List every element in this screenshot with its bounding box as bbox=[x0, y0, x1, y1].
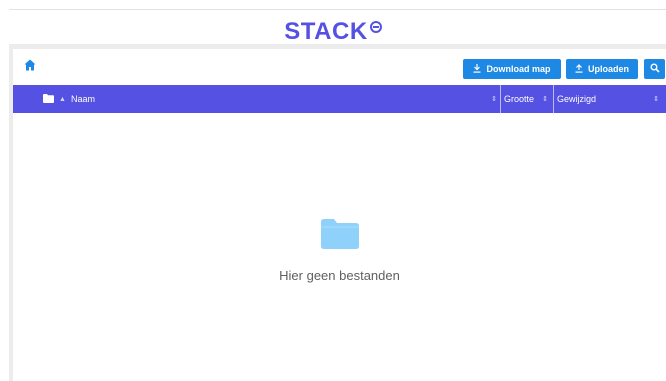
column-label-gewijzigd: Gewijzigd bbox=[557, 94, 597, 104]
sort-icon-naam: ⇕ bbox=[491, 96, 497, 103]
upload-label: Uploaden bbox=[587, 64, 629, 74]
sort-icon-grootte: ⇕ bbox=[542, 96, 548, 103]
column-header-gewijzigd[interactable]: Gewijzigd ⇕ bbox=[557, 85, 661, 113]
upload-icon bbox=[575, 63, 583, 75]
column-label-naam: Naam bbox=[71, 94, 96, 104]
table-header: ▲ Naam ⇕ Grootte ⇕ Gewijzigd ⇕ bbox=[13, 85, 666, 113]
home-icon[interactable] bbox=[23, 58, 37, 72]
toolbar: Download map Uploaden bbox=[13, 49, 666, 81]
file-browser: Download map Uploaden ▲ Naam ⇕ Grootte ⇕… bbox=[13, 49, 666, 381]
column-divider bbox=[500, 85, 501, 113]
empty-state: Hier geen bestanden bbox=[13, 219, 666, 283]
empty-state-message: Hier geen bestanden bbox=[279, 268, 400, 283]
search-icon bbox=[650, 63, 660, 75]
column-label-grootte: Grootte bbox=[504, 94, 535, 104]
sort-icon-gewijzigd: ⇕ bbox=[653, 96, 659, 103]
column-header-naam[interactable]: Naam ⇕ bbox=[71, 85, 497, 113]
column-divider bbox=[553, 85, 554, 113]
download-icon bbox=[473, 63, 481, 75]
download-map-label: Download map bbox=[486, 64, 551, 74]
top-divider bbox=[9, 9, 666, 10]
upload-button[interactable]: Uploaden bbox=[566, 59, 638, 79]
folder-icon bbox=[320, 219, 359, 254]
brand-mark-icon bbox=[369, 21, 382, 33]
sort-asc-icon: ▲ bbox=[59, 95, 66, 103]
folder-header-icon bbox=[43, 93, 54, 105]
file-browser-panel: Download map Uploaden ▲ Naam ⇕ Grootte ⇕… bbox=[9, 44, 666, 381]
brand-logo[interactable]: STACK bbox=[0, 17, 666, 47]
sort-by-type[interactable]: ▲ bbox=[43, 85, 66, 113]
brand-name: STACK bbox=[284, 18, 368, 45]
download-map-button[interactable]: Download map bbox=[463, 59, 561, 79]
column-header-grootte[interactable]: Grootte ⇕ bbox=[504, 85, 550, 113]
search-button[interactable] bbox=[644, 59, 665, 79]
